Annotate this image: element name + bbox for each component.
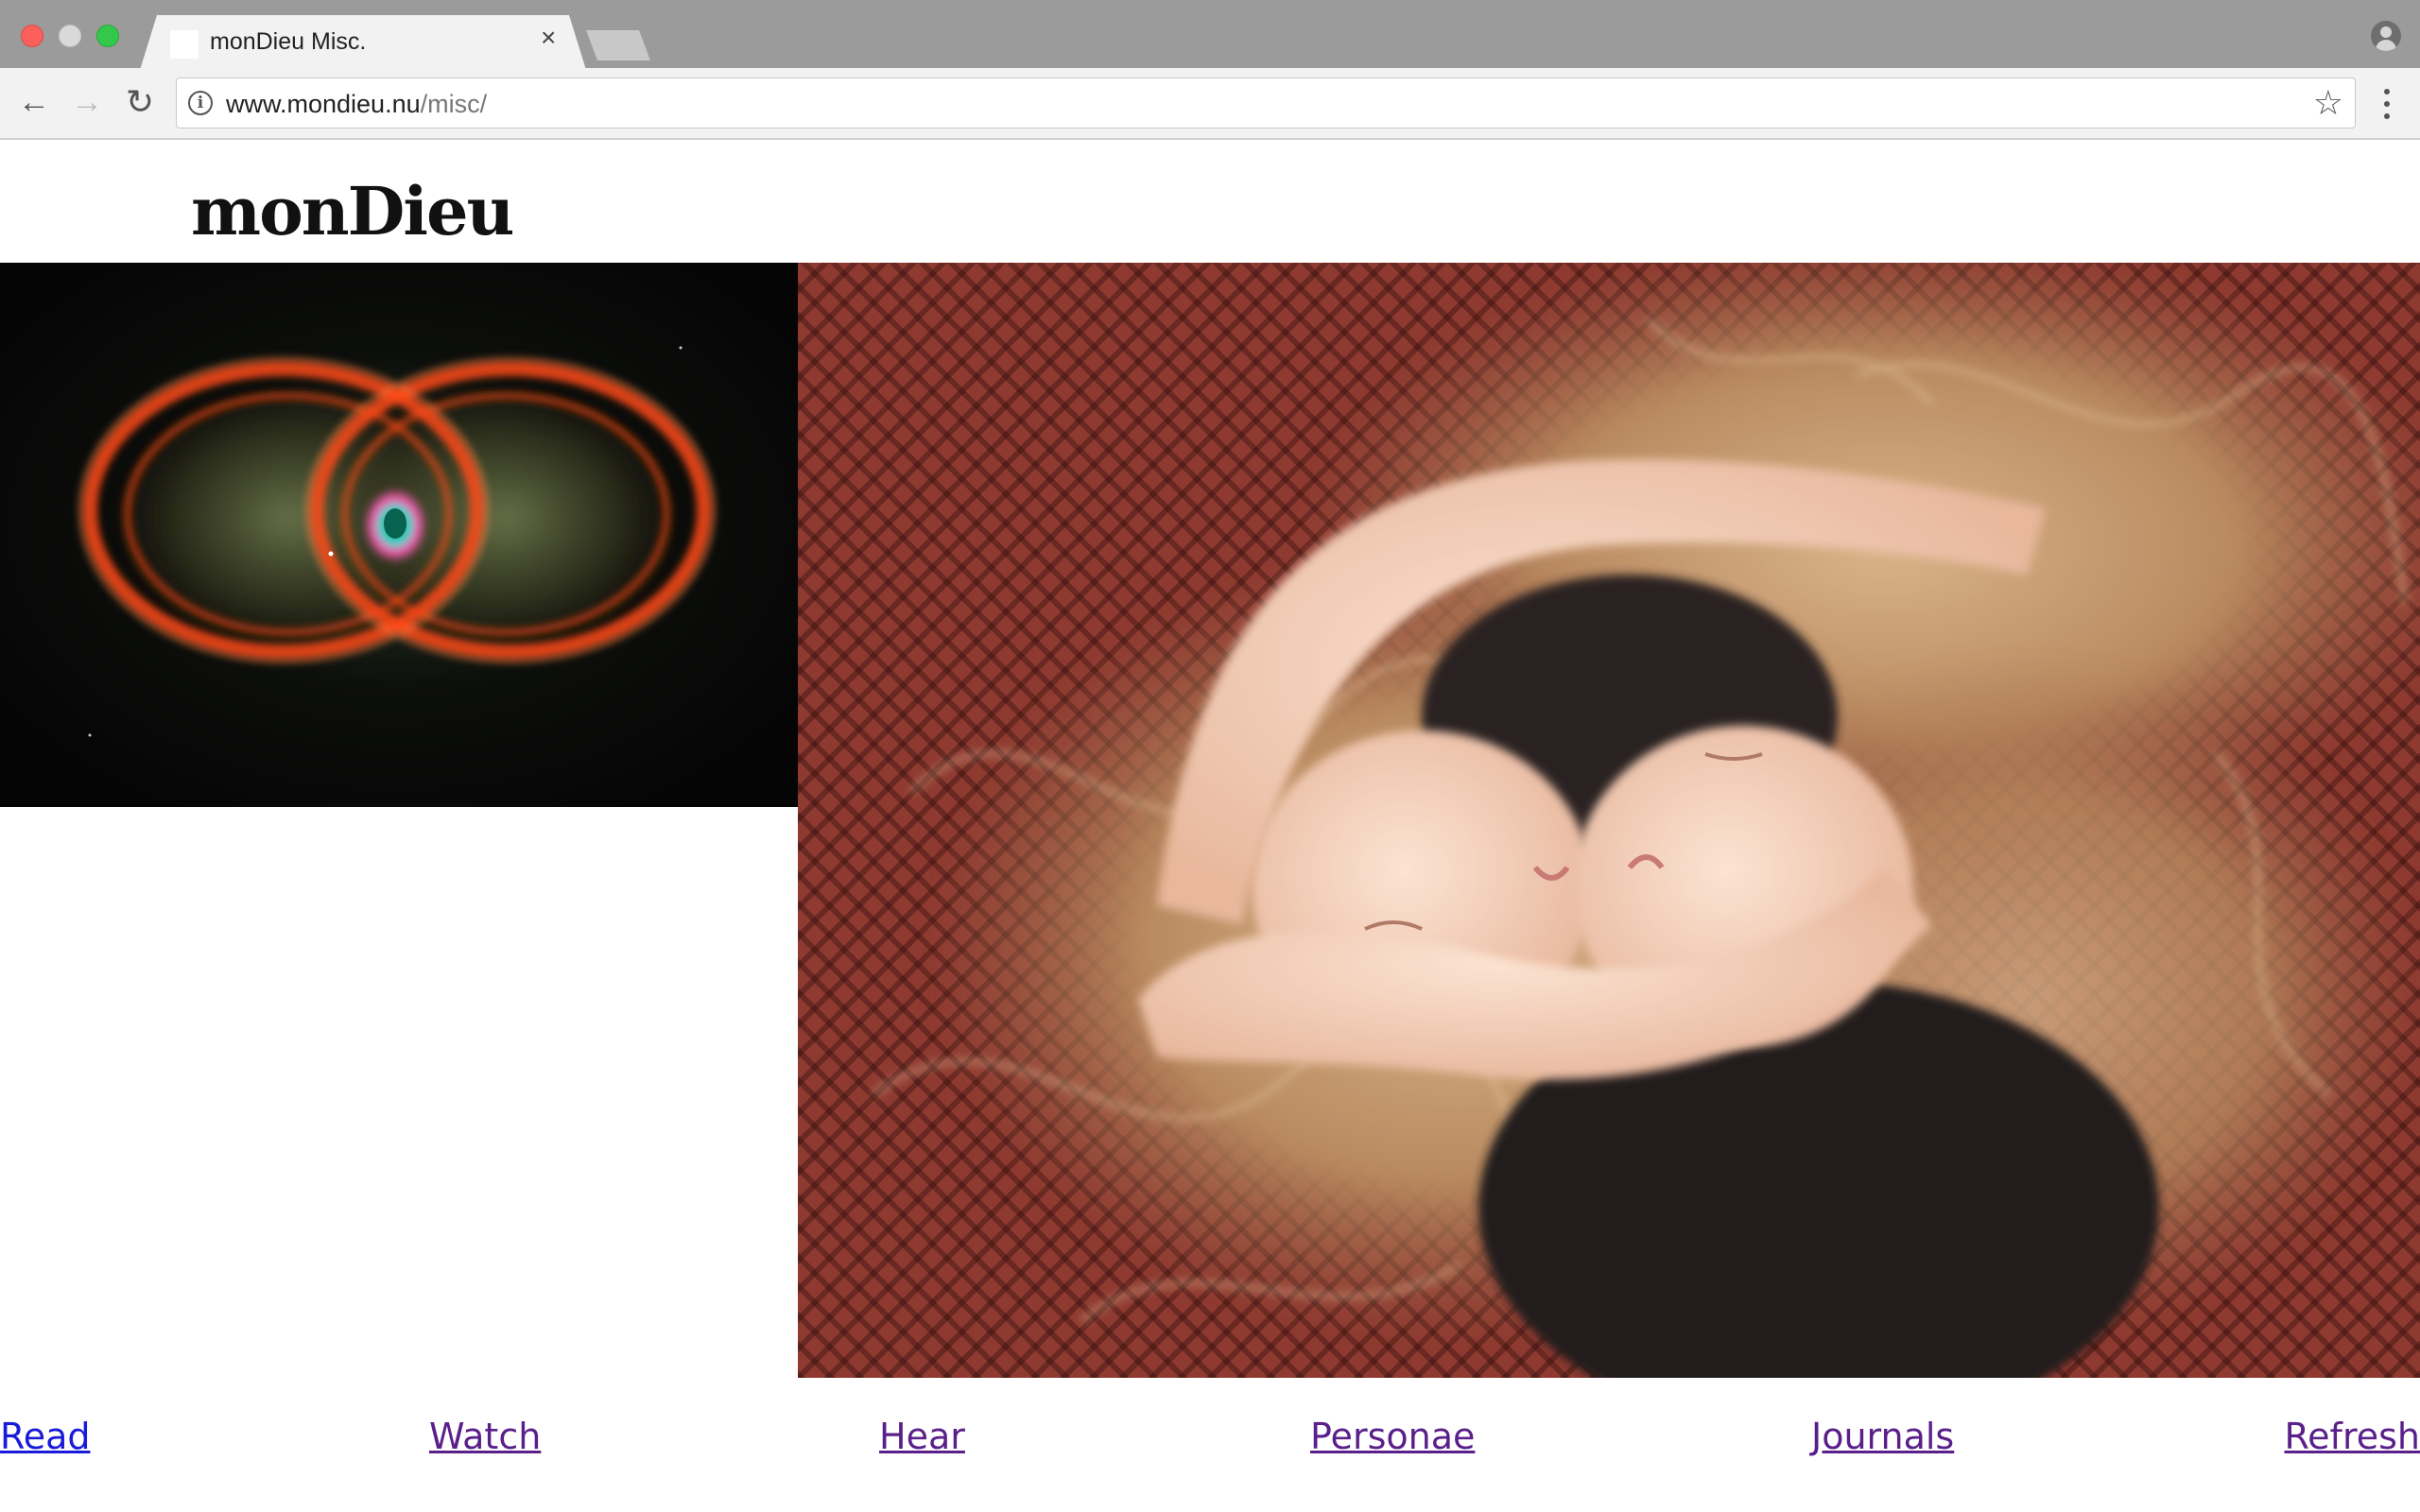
- new-tab-button[interactable]: [586, 30, 650, 60]
- address-bar[interactable]: i www.mondieu.nu/misc/ ☆: [176, 77, 2356, 129]
- web-page: monDieu Read Watch Hear Personae Journal…: [0, 142, 2420, 1512]
- window-maximize-button[interactable]: [96, 25, 119, 47]
- tab-favicon-icon: [170, 30, 199, 59]
- url-path: /misc/: [420, 90, 488, 118]
- info-icon[interactable]: i: [188, 91, 213, 115]
- forward-arrow-icon[interactable]: →: [68, 83, 106, 121]
- site-logo[interactable]: monDieu: [191, 172, 514, 250]
- nav-link-hear[interactable]: Hear: [879, 1416, 965, 1457]
- profile-icon[interactable]: [2371, 21, 2401, 51]
- reload-icon[interactable]: ↻: [121, 83, 159, 121]
- browser-toolbar: ← → ↻ i www.mondieu.nu/misc/ ☆: [0, 68, 2420, 140]
- tab-title: monDieu Misc.: [210, 28, 367, 55]
- star-icon[interactable]: ☆: [2313, 84, 2343, 122]
- site-navigation: Read Watch Hear Personae Journals Refres…: [0, 1416, 2420, 1472]
- tab-close-icon[interactable]: ×: [541, 25, 556, 51]
- url-host: www.mondieu.nu: [226, 90, 421, 118]
- back-arrow-icon[interactable]: ←: [15, 83, 53, 121]
- url-text[interactable]: www.mondieu.nu/misc/: [226, 90, 487, 119]
- nav-link-personae[interactable]: Personae: [1310, 1416, 1475, 1457]
- browser-tab-active[interactable]: monDieu Misc. ×: [140, 15, 586, 70]
- nav-link-refresh[interactable]: Refresh: [2284, 1416, 2420, 1457]
- nav-link-watch[interactable]: Watch: [429, 1416, 541, 1457]
- nav-link-journals[interactable]: Journals: [1811, 1416, 1954, 1457]
- kebab-menu-icon[interactable]: [2373, 85, 2401, 123]
- nav-link-read[interactable]: Read: [0, 1416, 90, 1457]
- window-close-button[interactable]: [21, 25, 43, 47]
- browser-title-bar: monDieu Misc. ×: [0, 0, 2420, 70]
- nebula-image: [0, 263, 798, 807]
- window-minimize-button[interactable]: [59, 25, 81, 47]
- twins-photo: [798, 263, 2420, 1378]
